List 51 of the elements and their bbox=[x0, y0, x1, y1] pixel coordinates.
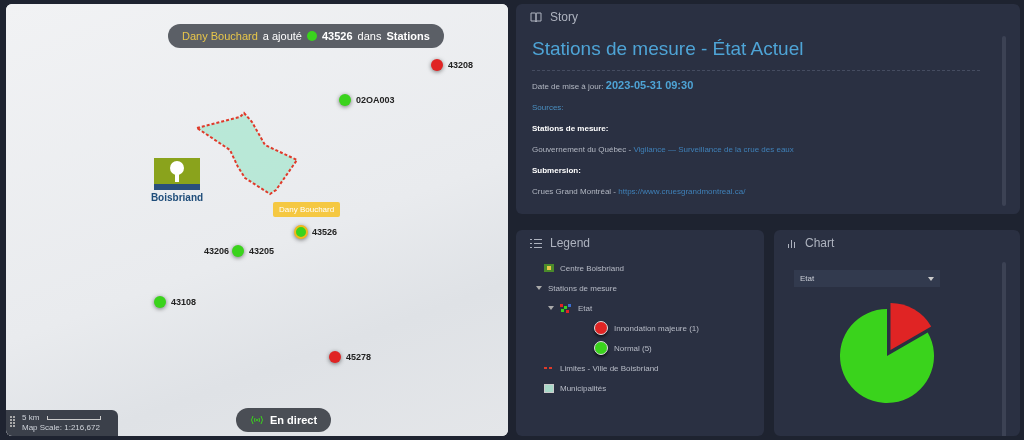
user-name: Dany Bouchard bbox=[182, 30, 258, 42]
panel-title: Legend bbox=[550, 236, 591, 250]
sources-heading: Sources: bbox=[532, 103, 565, 112]
source-text: Gouvernement du Québec - Vigilance — Surveillance de la crue des eaux bbox=[532, 145, 795, 154]
live-button[interactable]: En direct bbox=[236, 408, 332, 432]
tree-logo-icon bbox=[154, 158, 200, 192]
marker-label: 43208 bbox=[448, 60, 474, 70]
marker-label: 43205 bbox=[249, 246, 275, 256]
legend-label[interactable]: Limites - Ville de Boisbriand bbox=[560, 363, 659, 373]
section-heading: Submersion: bbox=[532, 166, 582, 175]
marker-label: 43108 bbox=[171, 297, 197, 307]
marker-label: 45278 bbox=[346, 352, 372, 362]
scale-ratio: Map Scale: 1:216,672 bbox=[22, 423, 101, 433]
symbol-set-icon bbox=[560, 303, 572, 313]
preposition-text: dans bbox=[357, 30, 382, 42]
polygon-layer-icon bbox=[544, 383, 554, 393]
marker-label: 43206 bbox=[203, 246, 229, 256]
legend-label[interactable]: Innondation majeure (1) bbox=[614, 323, 699, 333]
dashed-line-icon bbox=[544, 367, 554, 369]
update-date: Date de mise à jour: 2023-05-31 09:30 bbox=[532, 79, 695, 91]
layer-icon bbox=[544, 264, 554, 272]
panel-title: Chart bbox=[805, 236, 835, 250]
action-text: a ajouté bbox=[262, 30, 302, 42]
legend-label[interactable]: Centre Boisbriand bbox=[560, 263, 625, 273]
legend-label[interactable]: Stations de mesure bbox=[548, 283, 617, 293]
map-tile[interactable] bbox=[6, 4, 508, 436]
broadcast-icon bbox=[250, 415, 264, 425]
logo-text: Boisbriand bbox=[150, 192, 204, 203]
scale-distance: 5 km bbox=[22, 413, 40, 422]
book-icon bbox=[530, 11, 542, 23]
section-heading: Stations de mesure: bbox=[532, 124, 610, 133]
station-id: 43526 bbox=[322, 30, 353, 42]
expand-toggle-icon[interactable] bbox=[536, 286, 542, 290]
layer-name: Stations bbox=[386, 30, 430, 42]
legend-label[interactable]: Etat bbox=[578, 303, 593, 313]
station-dot-icon bbox=[307, 31, 317, 41]
list-icon bbox=[530, 238, 542, 248]
marker-label: 02OA003 bbox=[356, 95, 395, 105]
scale-bar bbox=[47, 415, 102, 420]
legend-label[interactable]: Normal (5) bbox=[614, 343, 652, 353]
marker-label: 43526 bbox=[312, 227, 338, 237]
caret-icon bbox=[928, 276, 934, 281]
story-title: Stations de mesure - État Actuel bbox=[532, 38, 980, 71]
source-text: Crues Grand Montréal - https://www.cruesgrandmontreal.ca/ bbox=[532, 187, 747, 196]
panel-title: Story bbox=[550, 10, 578, 24]
bar-chart-icon bbox=[788, 238, 797, 248]
field-dropdown[interactable]: Etat bbox=[794, 270, 940, 287]
legend-label[interactable]: Municipalités bbox=[560, 383, 607, 393]
drag-handle-icon[interactable] bbox=[10, 416, 15, 428]
marker-tooltip: Dany Bouchard bbox=[273, 202, 341, 217]
expand-toggle-icon[interactable] bbox=[548, 306, 554, 310]
